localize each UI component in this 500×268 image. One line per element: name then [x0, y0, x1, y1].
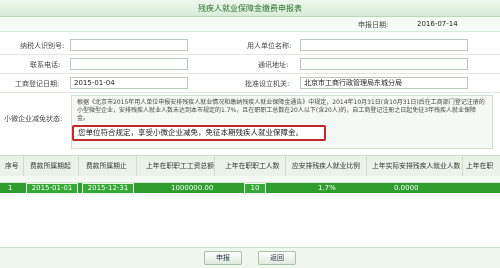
reg-date-field[interactable]: 2015-01-04	[70, 77, 188, 89]
employer-name-field[interactable]	[300, 39, 468, 51]
page-title: 残疾人就业保障金缴费申报表	[198, 4, 302, 13]
phone-label: 联系电话:	[30, 61, 61, 69]
cell-to[interactable]: 2015-12-31	[82, 183, 134, 194]
table-row[interactable]: 1 2015-01-01 2015-12-31 1000000.00 10 1.…	[0, 183, 500, 194]
cell-staff[interactable]: 10	[244, 183, 266, 194]
back-button[interactable]: 返回	[258, 251, 296, 265]
form-row-1: 纳税人识别号: 用人单位名称:	[0, 36, 500, 55]
form-row-2: 联系电话: 通讯地址:	[0, 55, 500, 74]
employer-name-label: 用人单位名称:	[247, 42, 292, 50]
small-business-status-label: 小微企业减免状态:	[4, 115, 63, 123]
address-field[interactable]	[300, 58, 468, 70]
title-bar: 残疾人就业保障金缴费申报表	[0, 0, 500, 17]
col-header-to: 费款所属期止	[86, 162, 127, 170]
declare-date-label: 申报日期:	[358, 21, 389, 29]
app-window: 残疾人就业保障金缴费申报表 申报日期: 2016-07-14 纳税人识别号: 用…	[0, 0, 500, 268]
cell-ratio: 1.7%	[318, 184, 336, 192]
grid-subheader	[0, 176, 500, 183]
cell-salary: 1000000.00	[171, 184, 214, 192]
declare-date-bar: 申报日期: 2016-07-14	[0, 17, 500, 32]
approver-field[interactable]: 北京市工商行政管理局东城分局	[300, 77, 468, 89]
taxpayer-id-field[interactable]	[70, 39, 188, 51]
reg-date-label: 工商登记日期:	[15, 80, 60, 88]
address-label: 通讯地址:	[258, 61, 289, 69]
col-header-salary: 上年在职职工工资总额	[146, 162, 214, 170]
cell-no: 1	[8, 184, 13, 192]
cell-from[interactable]: 2015-01-01	[26, 183, 78, 194]
form-row-3: 工商登记日期: 2015-01-04 批准设立机关: 北京市工商行政管理局东城分…	[0, 74, 500, 93]
grid-header: 序号 费款所属期起 费款所属期止 上年在职职工工资总额 上年在职职工人数 应安排…	[0, 155, 500, 177]
taxpayer-id-label: 纳税人识别号:	[20, 42, 65, 50]
col-header-no: 序号	[5, 162, 19, 170]
col-header-more: 上年在职	[466, 162, 494, 170]
cell-actual: 0.0000	[394, 184, 419, 192]
approver-label: 批准设立机关:	[245, 80, 290, 88]
footer-bar: 申报 返回	[0, 247, 500, 268]
col-header-staff: 上年在职职工人数	[225, 162, 280, 170]
phone-field[interactable]	[70, 58, 188, 70]
declare-date-value: 2016-07-14	[417, 20, 458, 28]
col-header-actual: 上年实际安排残疾人就业人数	[372, 162, 461, 170]
col-header-ratio: 应安排残疾人就业比例	[292, 162, 360, 170]
col-header-from: 费款所属期起	[30, 162, 71, 170]
exemption-callout: 您单位符合规定，享受小微企业减免，免征本期残疾人就业保障金。	[72, 125, 326, 141]
submit-button[interactable]: 申报	[204, 251, 242, 265]
notice-text: 根据《北京市2015年用人单位申报安排残疾人就业情况和缴纳残疾人就业保障金通告》…	[77, 99, 485, 123]
